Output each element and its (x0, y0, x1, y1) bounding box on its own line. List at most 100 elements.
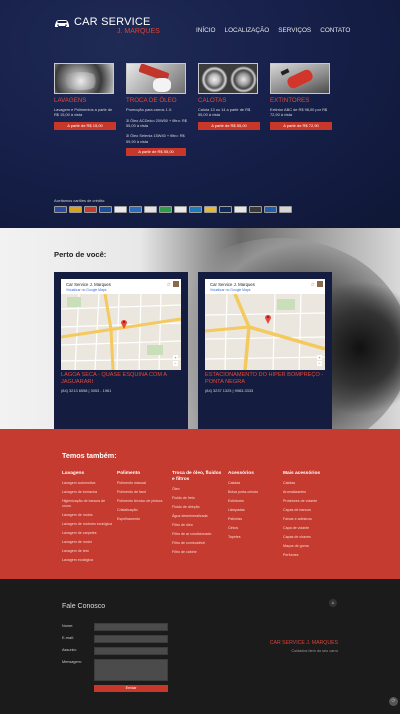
services-list-item[interactable]: Higienização de bancos de couro (62, 499, 114, 509)
services-list-item[interactable]: Polimento manual (117, 479, 169, 488)
services-column-title: Lavagens (62, 471, 85, 476)
services-list-item[interactable]: Calotas (283, 479, 335, 488)
services-list-item[interactable]: Aromatizantes (283, 488, 335, 497)
credit-card-logo-icon (69, 206, 82, 213)
services-list-item[interactable]: Fluido de direção (172, 503, 224, 512)
services-list-item[interactable]: Polimento de farol (117, 488, 169, 497)
zoom-in-icon[interactable]: + (317, 355, 322, 360)
name-field[interactable] (94, 623, 168, 631)
services-list-item[interactable]: Palhetas (228, 515, 280, 524)
services-list-item[interactable]: Maços de goma (283, 542, 335, 551)
logo[interactable]: CAR SERVICE J. MARQUES (54, 16, 160, 36)
nav-servicos[interactable]: SERVIÇOS (278, 27, 311, 34)
location-title[interactable]: ESTACIONAMENTO DO HIPER BOMPREÇO - PONTA… (205, 372, 327, 386)
arrow-up-icon[interactable]: ▲ (329, 599, 337, 607)
services-list-heading: Temos também: (62, 451, 117, 460)
services-list-item[interactable]: Lavagem de motos (62, 511, 114, 520)
main-nav: INÍCIO LOCALIZAÇÃO SERVIÇOS CONTATO (196, 27, 359, 34)
email-field[interactable] (94, 635, 168, 643)
services-list-item[interactable]: Capas de chaves (283, 533, 335, 542)
credit-card-logo-icon (144, 206, 157, 213)
services-column-title: Mais acessórios (283, 471, 321, 476)
locations-section: Perto de você: Car Service J. Marques Vi… (0, 228, 400, 429)
map-link[interactable]: Visualizar no Google Maps (210, 288, 250, 292)
services-column-title: Acessórios (228, 471, 254, 476)
nav-localizacao[interactable]: LOCALIZAÇÃO (225, 27, 270, 34)
services-list-item[interactable]: Perfumes (283, 551, 335, 560)
services-list-item[interactable]: Bolsa porta-celular (228, 488, 280, 497)
map-header: Car Service J. Marques Visualizar no Goo… (61, 279, 181, 294)
service-price-button[interactable]: A partir de R$ 15,00 (54, 121, 116, 130)
services-list-item[interactable]: Filtro de cabine (172, 548, 224, 557)
credit-card-logo-icon (264, 206, 277, 213)
hero-section: CAR SERVICE J. MARQUES INÍCIO LOCALIZAÇÃ… (0, 0, 400, 228)
star-icon[interactable]: ☆ (311, 282, 315, 288)
map-place-name: Car Service J. Marques (66, 281, 111, 287)
services-list-item[interactable]: Capas de bancos (283, 506, 335, 515)
services-list-item[interactable]: Extintores (228, 497, 280, 506)
services-list-item[interactable]: Lavagem de teto (62, 547, 114, 556)
contact-heading: Fale Conosco (62, 603, 106, 610)
services-column: Acessórios Calotas Bolsa porta-celular Exti… (228, 471, 280, 542)
services-list-item[interactable]: Protetores de volante (283, 497, 335, 506)
services-list-item[interactable]: Calotas (228, 479, 280, 488)
services-list-item[interactable]: Lavagem de borracha (62, 488, 114, 497)
location-card-2: Car Service J. Marques Visualizar no Goo… (198, 272, 332, 429)
service-price-button[interactable]: A partir de R$ 72,90 (270, 121, 332, 130)
map-header: Car Service J. Marques Visualizar no Goo… (205, 279, 325, 294)
services-list-item[interactable]: Óleo (172, 485, 224, 494)
credit-card-logo-icon (159, 206, 172, 213)
credit-card-logo-icon (249, 206, 262, 213)
services-list-item[interactable]: Filtro de ar condicionado (172, 532, 224, 537)
location-card-1: Car Service J. Marques Visualizar no Goo… (54, 272, 188, 429)
services-column-title: Polimento (117, 471, 141, 476)
location-phone: (84) 3237 1325 | 9983-3333 (205, 388, 254, 393)
location-phone: (84) 3213 6558 | 3053 - 1961 (61, 388, 112, 393)
credit-card-logo-icon (54, 206, 67, 213)
services-list-item[interactable]: Água desmineralizada (172, 512, 224, 521)
services-list-item[interactable]: Fluido de freio (172, 494, 224, 503)
services-list-item[interactable]: Capa de volante (283, 524, 335, 533)
send-button[interactable]: Enviar (94, 685, 168, 692)
map-embed[interactable]: Car Service J. Marques Visualizar no Goo… (205, 279, 325, 370)
share-icon[interactable]: ⟳ (389, 697, 398, 706)
avatar (317, 281, 323, 287)
message-field[interactable] (94, 659, 168, 681)
services-list-item[interactable]: Filtro de óleo (172, 521, 224, 530)
services-list-item[interactable]: Espelhamento (117, 515, 169, 524)
zoom-in-icon[interactable]: + (173, 355, 178, 360)
services-list-item[interactable]: Polimento técnico de pintura (117, 499, 169, 504)
services-list-item[interactable]: Lavagem automotiva (62, 479, 114, 488)
services-list-item[interactable]: Filtro de combustível (172, 539, 224, 548)
zoom-out-icon[interactable]: − (317, 361, 322, 366)
subject-field[interactable] (94, 647, 168, 655)
logo-subtitle: J. MARQUES (117, 28, 160, 35)
map-link[interactable]: Visualizar no Google Maps (66, 288, 106, 292)
services-list-item[interactable]: Lavagem de motor (62, 538, 114, 547)
service-description: Extintor ABC de R$ 98,00 por R$ 72,90 à … (270, 107, 328, 118)
services-list-item[interactable]: Lâmpadas (228, 506, 280, 515)
services-list-item[interactable]: Lavagem de motores ecológica (62, 522, 114, 527)
services-list-item[interactable]: Faixas e adesivos (283, 515, 335, 524)
subject-label: Assunto: (62, 648, 77, 652)
zoom-out-icon[interactable]: − (173, 361, 178, 366)
services-list-item[interactable]: Cintos (228, 524, 280, 533)
services-list-item[interactable]: Cristalização (117, 506, 169, 515)
location-title[interactable]: LAGOA SECA - QUASE ESQUINA COM A JAGUARA… (61, 372, 183, 386)
services-column: Troca de óleo, fluidos e filtros Óleo Flui… (172, 471, 224, 557)
avatar (173, 281, 179, 287)
message-label: Mensagem: (62, 660, 82, 664)
star-icon[interactable]: ☆ (167, 282, 171, 288)
map-place-name: Car Service J. Marques (210, 281, 255, 287)
service-price-button[interactable]: A partir de R$ 55,00 (126, 148, 186, 157)
nav-contato[interactable]: CONTATO (320, 27, 350, 34)
services-list-item[interactable]: Tapetes (228, 533, 280, 542)
map-embed[interactable]: Car Service J. Marques Visualizar no Goo… (61, 279, 181, 370)
services-list-item[interactable]: Lavagem ecológica (62, 556, 114, 565)
services-list-item[interactable]: Lavagem de carpetes (62, 529, 114, 538)
nav-inicio[interactable]: INÍCIO (196, 27, 216, 34)
credit-card-logo-icon (189, 206, 202, 213)
service-price-button[interactable]: A partir de R$ 55,00 (198, 121, 260, 130)
email-label: E-mail: (62, 636, 74, 640)
credit-card-logo-icon (99, 206, 112, 213)
